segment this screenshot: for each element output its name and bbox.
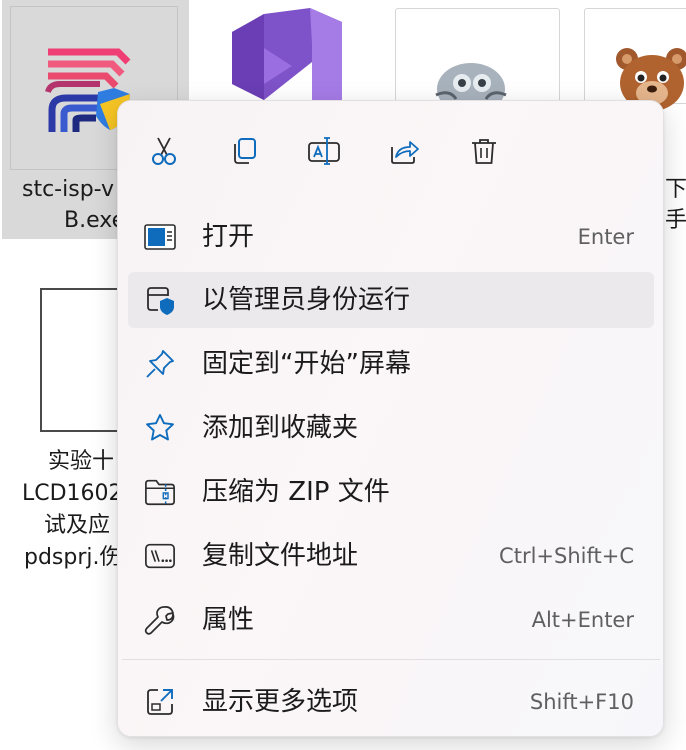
zip-folder-icon [144,476,176,508]
menu-item-show-more-options[interactable]: 显示更多选项 Shift+F10 [128,674,654,730]
delete-button[interactable] [462,129,506,173]
file-name-line1: 实验十 [48,449,115,474]
menu-item-label: 打开 [202,222,255,252]
menu-item-label: 属性 [202,605,255,635]
menu-item-shortcut: Shift+F10 [529,690,634,714]
menu-item-label: 复制文件地址 [202,541,359,571]
file-item-robot[interactable] [395,8,560,104]
menu-item-label: 显示更多选项 [202,687,359,717]
file-item-visual-studio[interactable] [196,0,376,110]
delete-icon [472,139,496,164]
cut-icon [152,137,176,165]
menu-item-label: 以管理员身份运行 [202,285,411,315]
copy-icon [234,138,256,164]
visual-studio-icon [232,8,342,108]
menu-item-shortcut: Alt+Enter [531,608,634,632]
menu-item-label: 压缩为 ZIP 文件 [202,477,390,507]
star-icon [144,412,176,444]
share-icon [391,141,419,164]
menu-item-copy-path[interactable]: 复制文件地址 Ctrl+Shift+C [128,528,654,584]
menu-item-shortcut: Ctrl+Shift+C [499,544,634,568]
run-as-admin-icon [144,284,176,316]
file-name-line3: 试及应 [44,513,111,538]
menu-item-compress-zip[interactable]: 压缩为 ZIP 文件 [128,464,654,520]
robot-thumbnail-icon [435,63,507,103]
copy-path-icon [144,540,176,572]
rename-button[interactable] [302,129,346,173]
file-name-line2: B.exe [64,208,126,233]
menu-item-run-as-admin[interactable]: 以管理员身份运行 [128,272,654,328]
menu-divider [122,659,660,660]
menu-item-shortcut: Enter [577,225,634,249]
file-name-line2: LCD1602 [22,481,123,506]
file-name-line1: stc-isp-v [22,177,115,202]
document-file-icon [40,288,120,432]
file-item-bear[interactable] [584,8,686,111]
context-menu: 打开 Enter 以管理员身份运行 固定到“开始”屏幕 添加到收藏夹 压缩为 Z… [117,100,664,737]
partial-file-name-line2: 手 [665,208,686,233]
quick-action-bar [118,101,663,201]
more-options-icon [144,686,176,718]
menu-item-pin-to-start[interactable]: 固定到“开始”屏幕 [128,336,654,392]
menu-item-label: 固定到“开始”屏幕 [202,349,411,379]
pin-icon [144,348,176,380]
copy-button[interactable] [222,129,266,173]
file-item-pdsprj[interactable]: 实验十 LCD1602 试及应 pdsprj.伤 [0,280,123,580]
menu-item-add-to-favorites[interactable]: 添加到收藏夹 [128,400,654,456]
cut-button[interactable] [142,129,186,173]
rename-icon [308,137,340,165]
open-window-icon [144,221,176,253]
share-button[interactable] [382,129,426,173]
menu-item-label: 添加到收藏夹 [202,413,359,443]
menu-item-properties[interactable]: 属性 Alt+Enter [128,592,654,648]
partial-file-name-line1: 下 [665,177,686,202]
menu-item-open[interactable]: 打开 Enter [128,209,654,265]
wrench-icon [144,604,176,636]
file-name-line4: pdsprj.伤 [24,545,122,570]
